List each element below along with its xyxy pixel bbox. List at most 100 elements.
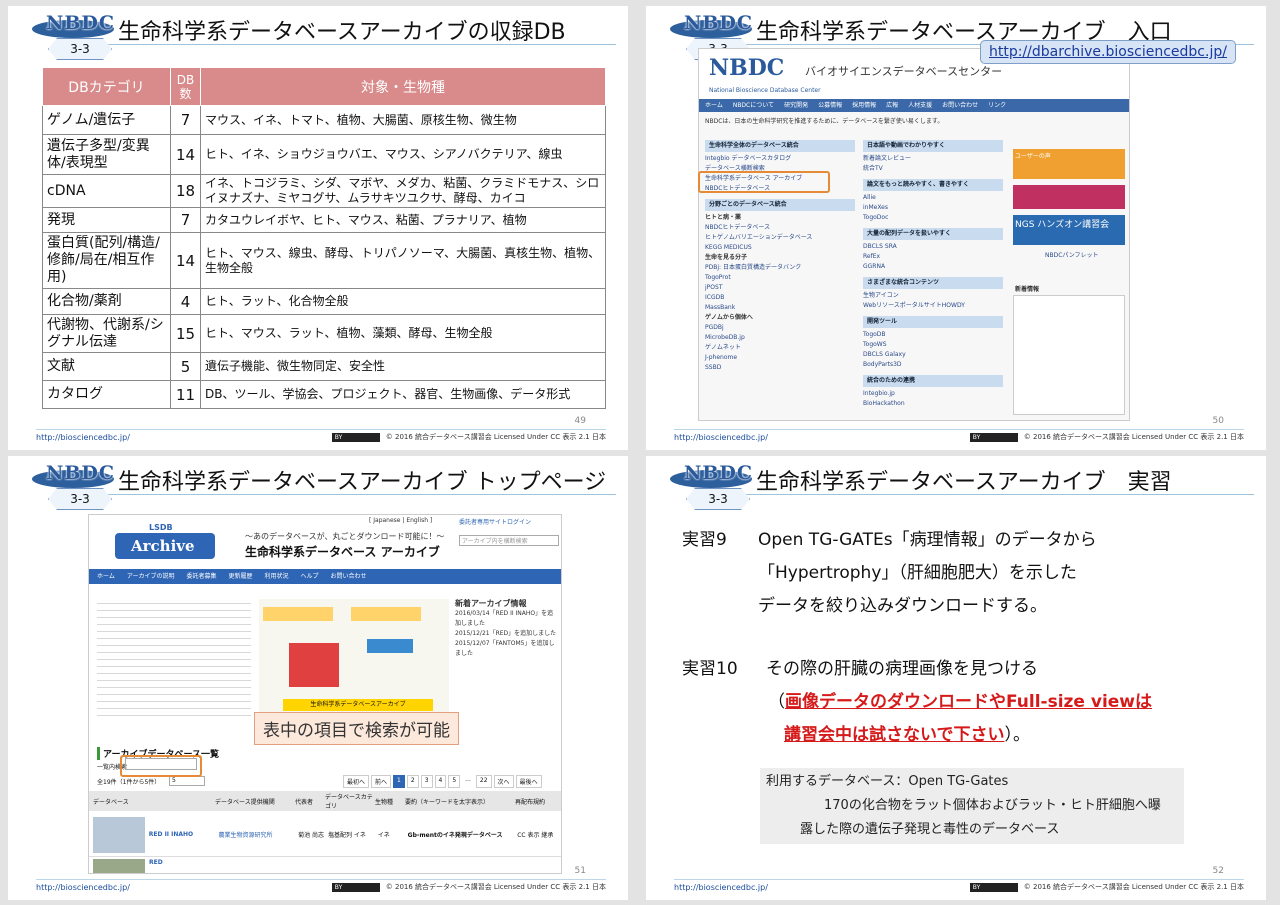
pager-button[interactable]: 最後へ bbox=[515, 775, 542, 788]
nav-item[interactable]: 採用情報 bbox=[852, 99, 876, 112]
col-header[interactable]: 生物種 bbox=[375, 797, 405, 806]
site-link[interactable]: MicrobeDB.jp bbox=[705, 333, 855, 343]
site-link[interactable]: TogoWS bbox=[863, 340, 1003, 350]
nav-item[interactable]: ヘルプ bbox=[301, 569, 319, 584]
site-link[interactable]: jPOST bbox=[705, 283, 855, 293]
site-link[interactable]: Integbio.jp bbox=[863, 389, 1003, 399]
nav-item[interactable]: ホーム bbox=[705, 99, 723, 112]
site-link[interactable]: TogoDoc bbox=[863, 213, 1003, 223]
col-header[interactable]: 要約（キーワードを太字表示） bbox=[405, 797, 515, 806]
pager-button[interactable]: 3 bbox=[420, 775, 433, 788]
site-link[interactable]: BodyParts3D bbox=[863, 360, 1003, 370]
slide-50: NBDC 生命科学系データベースアーカイブ 入口 3-3 NBDC バイオサイエ… bbox=[646, 6, 1266, 450]
archive-url[interactable]: http://dbarchive.biosciencedbc.jp/ bbox=[980, 40, 1236, 64]
db-name-link[interactable]: RED II INAHO bbox=[149, 831, 219, 838]
pager-button[interactable]: 22 bbox=[475, 775, 492, 788]
db-name-link[interactable]: RED bbox=[149, 859, 219, 873]
footer-url[interactable]: http://biosciencedbc.jp/ bbox=[36, 433, 130, 442]
footer-rule bbox=[674, 879, 1244, 880]
col-header[interactable]: データベースカテゴリ bbox=[325, 792, 375, 810]
news-item[interactable]: 2015/12/21「RED」を追加しました bbox=[455, 629, 559, 639]
site-link[interactable]: TogoDB bbox=[863, 330, 1003, 340]
nav-item[interactable]: アーカイブの説明 bbox=[127, 569, 175, 584]
db-thumbnail[interactable] bbox=[93, 859, 145, 873]
col-header[interactable]: データベース提供機関 bbox=[215, 797, 295, 806]
site-search-input[interactable]: アーカイブ内を横断検索 bbox=[459, 535, 559, 546]
ad-banner[interactable] bbox=[1013, 185, 1125, 209]
nav-item[interactable]: 広報 bbox=[886, 99, 898, 112]
flow-diagram: 生命科学系データベースアーカイブ bbox=[259, 599, 449, 717]
pager-button[interactable]: 4 bbox=[434, 775, 447, 788]
nav-item[interactable]: 更新履歴 bbox=[228, 569, 252, 584]
col-header[interactable]: データベース bbox=[89, 797, 215, 806]
news-item[interactable]: 2016/03/14「RED II INAHO」を追加しました bbox=[455, 609, 559, 629]
site-link[interactable]: KEGG MEDICUS bbox=[705, 243, 855, 253]
ad-banner[interactable]: ユーザーの声 bbox=[1013, 149, 1125, 179]
pager-ellipsis: ... bbox=[465, 776, 471, 783]
nav-item[interactable]: お問い合わせ bbox=[942, 99, 978, 112]
site-link[interactable]: Allie bbox=[863, 193, 1003, 203]
site-link[interactable]: TogoProt bbox=[705, 273, 855, 283]
nav-item[interactable]: 委託者募集 bbox=[186, 569, 216, 584]
nav-item[interactable]: NBDCについて bbox=[733, 99, 774, 112]
exercise-9-line: 「Hypertrophy」（肝細胞肥大）を示した bbox=[758, 563, 1077, 583]
site-link[interactable]: 統合TV bbox=[863, 164, 1003, 174]
db-thumbnail[interactable] bbox=[93, 816, 145, 853]
col-header[interactable]: 再配布規約 bbox=[515, 797, 559, 806]
cell[interactable]: 農業生物資源研究所 bbox=[218, 830, 298, 839]
site-name-en: National Bioscience Database Center bbox=[709, 87, 821, 94]
nav-item[interactable]: 人材支援 bbox=[908, 99, 932, 112]
pager-button[interactable]: 最初へ bbox=[343, 775, 370, 788]
nav-item[interactable]: ホーム bbox=[97, 569, 115, 584]
nav-item[interactable]: 利用状況 bbox=[265, 569, 289, 584]
site-link[interactable]: ICGDB bbox=[705, 293, 855, 303]
site-link[interactable]: DBCLS SRA bbox=[863, 242, 1003, 252]
footer-license: BY © 2016 統合データベース講習会 Licensed Under CC 表… bbox=[969, 882, 1244, 892]
site-link[interactable]: 新着論文レビュー bbox=[863, 154, 1003, 164]
nav-item[interactable]: お問い合わせ bbox=[331, 569, 367, 584]
site-link[interactable]: ゲノムネット bbox=[705, 343, 855, 353]
site-link[interactable]: 生物アイコン bbox=[863, 291, 1003, 301]
site-link[interactable]: BioHackathon bbox=[863, 399, 1003, 409]
site-link[interactable]: PDBj: 日本蛋白質構造データバンク bbox=[705, 263, 855, 273]
warning-text: 画像データのダウンロードやFull-size viewは bbox=[785, 692, 1153, 712]
pager-button[interactable]: 前へ bbox=[371, 775, 392, 788]
login-link[interactable]: 委託者専用サイトログイン bbox=[459, 517, 531, 526]
exercise-text: 実習9 Open TG-GATEs「病理情報」のデータから 「Hypertroph… bbox=[682, 524, 1152, 752]
section-badge: 3-3 bbox=[48, 488, 112, 510]
footer-url[interactable]: http://biosciencedbc.jp/ bbox=[674, 433, 768, 442]
site-link[interactable]: RefEx bbox=[863, 252, 1003, 262]
category-cell: ゲノム/遺伝子 bbox=[42, 105, 171, 135]
site-link[interactable]: ヒトゲノムバリエーションデータベース bbox=[705, 233, 855, 243]
site-link[interactable]: SSBD bbox=[705, 363, 855, 373]
ad-link[interactable]: NBDCパンフレット bbox=[1045, 251, 1125, 261]
warning-line: （画像データのダウンロードやFull-size viewは bbox=[682, 686, 1152, 719]
cell: 塩基配列 イネ bbox=[328, 832, 366, 839]
news-item[interactable]: 2015/12/07「FANTOM5」を追加しました bbox=[455, 639, 559, 659]
site-link[interactable]: PGDBj bbox=[705, 323, 855, 333]
site-link[interactable]: Integbio データベースカタログ bbox=[705, 154, 855, 164]
site-link[interactable]: GGRNA bbox=[863, 262, 1003, 272]
nav-item[interactable]: 公募情報 bbox=[818, 99, 842, 112]
pager-button[interactable]: 1 bbox=[393, 775, 405, 788]
middle-column: 日本語や動画でわかりやすく 新着論文レビュー 統合TV 論文をもっと読みやすく、書… bbox=[863, 135, 1003, 409]
language-switch[interactable]: [ Japanese | English ] bbox=[369, 517, 432, 524]
site-link[interactable]: WebリソースポータルサイトHOWDY bbox=[863, 301, 1003, 311]
per-page-select[interactable]: 5 bbox=[169, 776, 205, 786]
site-link[interactable]: MassBank bbox=[705, 303, 855, 313]
footer-url[interactable]: http://biosciencedbc.jp/ bbox=[36, 883, 130, 892]
site-link[interactable]: NBDCヒトデータベース bbox=[705, 223, 855, 233]
site-link[interactable]: J-phenome bbox=[705, 353, 855, 363]
pager-button[interactable]: 次へ bbox=[493, 775, 514, 788]
cc-badge: BY bbox=[969, 432, 1018, 442]
site-link[interactable]: DBCLS Galaxy bbox=[863, 350, 1003, 360]
ad-banner[interactable]: NGS ハンズオン講習会 bbox=[1013, 215, 1125, 245]
pager-button[interactable]: 2 bbox=[406, 775, 419, 788]
col-header[interactable]: 代表者 bbox=[295, 797, 325, 806]
site-link[interactable]: inMeXes bbox=[863, 203, 1003, 213]
nav-item[interactable]: リンク bbox=[988, 99, 1006, 112]
warning-text: 講習会中は試さないで下さい bbox=[784, 725, 1005, 745]
footer-url[interactable]: http://biosciencedbc.jp/ bbox=[674, 883, 768, 892]
pager-button[interactable]: 5 bbox=[448, 775, 461, 788]
nav-item[interactable]: 研究開発 bbox=[784, 99, 808, 112]
